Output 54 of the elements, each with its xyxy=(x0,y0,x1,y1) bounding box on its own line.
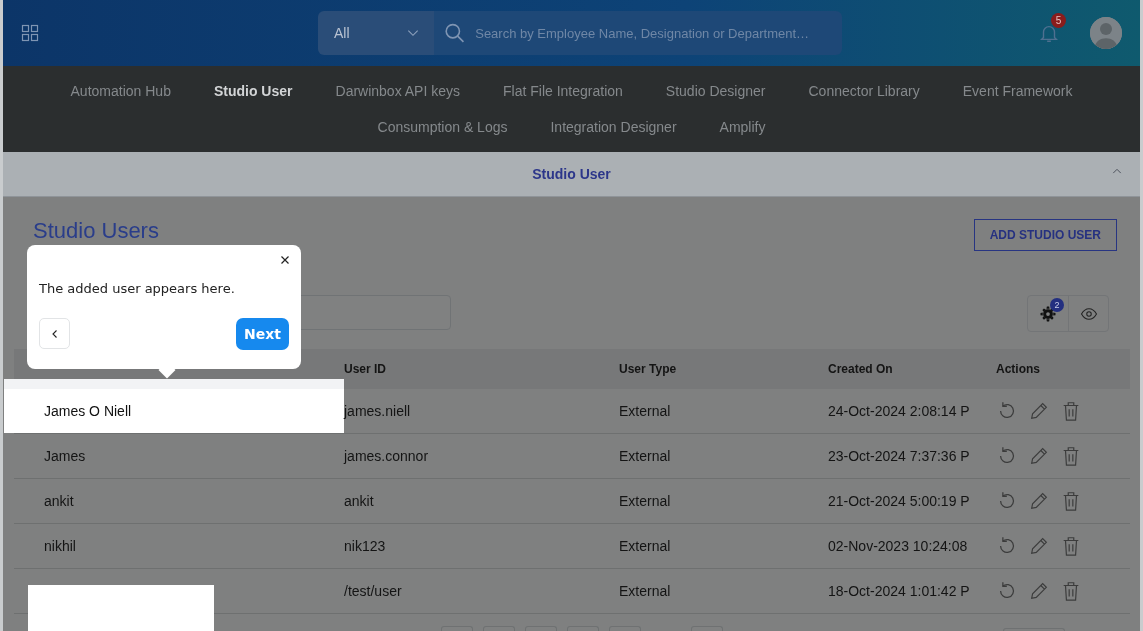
tour-text: The added user appears here. xyxy=(39,281,236,296)
table-cell-text: james.connor xyxy=(344,448,430,464)
table-cell-text: 24-Oct-2024 2:08:14 P xyxy=(828,403,971,419)
settings-icon xyxy=(1039,304,1057,323)
table-cell-text: nik123 xyxy=(344,538,387,554)
search-field[interactable]: Search by Employee Name, Designation or Department… xyxy=(434,11,842,55)
nav-tab[interactable]: Flat File Integration xyxy=(481,83,645,99)
table-cell: James xyxy=(44,448,86,464)
table-cell-text: External xyxy=(619,538,672,554)
page-title: Studio Users xyxy=(33,219,159,243)
nav-tab[interactable]: Connector Library xyxy=(787,83,942,99)
column-header: User ID xyxy=(344,362,388,376)
add-user-button[interactable]: ADD STUDIO USER xyxy=(973,219,1117,251)
table-cell-text: 18-Oct-2024 1:01:42 P xyxy=(828,583,971,599)
close-icon xyxy=(279,253,291,266)
table-cell-text: /test/user xyxy=(344,583,403,599)
table-cell-text: james.niell xyxy=(344,403,412,419)
table-cell: ankit xyxy=(44,493,74,509)
notification-badge: 5 xyxy=(1051,13,1066,28)
table-cell-text: External xyxy=(619,493,672,509)
next-button[interactable]: Next xyxy=(236,318,289,350)
table-cell-text: 23-Oct-2024 7:37:36 P xyxy=(828,448,971,464)
search-icon xyxy=(444,22,466,44)
table-cell-text: External xyxy=(619,403,672,419)
back-button[interactable] xyxy=(39,318,70,349)
pencil-icon[interactable] xyxy=(1028,580,1050,602)
column-header: Created On xyxy=(828,362,894,376)
table-cell-text: External xyxy=(619,583,672,599)
avatar[interactable] xyxy=(1090,17,1122,49)
table-cell-text: External xyxy=(619,448,672,464)
table-cell-text: 21-Oct-2024 5:00:19 P xyxy=(828,493,971,509)
column-header: Actions xyxy=(996,362,1040,376)
table-cell-text: ankit xyxy=(344,493,375,509)
chevron-up-icon[interactable] xyxy=(1110,166,1124,176)
apps-grid-icon[interactable] xyxy=(21,24,39,42)
search-input[interactable]: Search by Employee Name, Designation or Department… xyxy=(475,25,832,41)
nav-tab[interactable]: Studio Designer xyxy=(644,83,787,99)
pencil-icon[interactable] xyxy=(1028,490,1050,512)
pencil-icon[interactable] xyxy=(1028,535,1050,557)
nav-tab[interactable]: Darwinbox API keys xyxy=(314,83,482,99)
nav-tab[interactable]: Event Framework xyxy=(941,83,1094,99)
section-title: Studio User xyxy=(532,166,611,182)
nav-tab[interactable]: Integration Designer xyxy=(529,119,699,135)
table-cell-text: 02-Nov-2023 10:24:08 xyxy=(828,538,969,554)
nav-tab[interactable]: Automation Hub xyxy=(49,83,193,99)
count-badge: 2 xyxy=(1050,298,1064,312)
nav-tab[interactable]: Consumption & Logs xyxy=(356,119,529,135)
pencil-icon[interactable] xyxy=(1028,400,1050,422)
scope-dropdown[interactable]: All xyxy=(318,11,434,55)
table-cell: nikhil xyxy=(44,538,76,554)
pencil-icon[interactable] xyxy=(1028,445,1050,467)
nav-tab[interactable]: Studio User xyxy=(192,83,314,99)
column-header: User Type xyxy=(619,362,678,376)
nav-tab[interactable]: Amplify xyxy=(698,119,787,135)
